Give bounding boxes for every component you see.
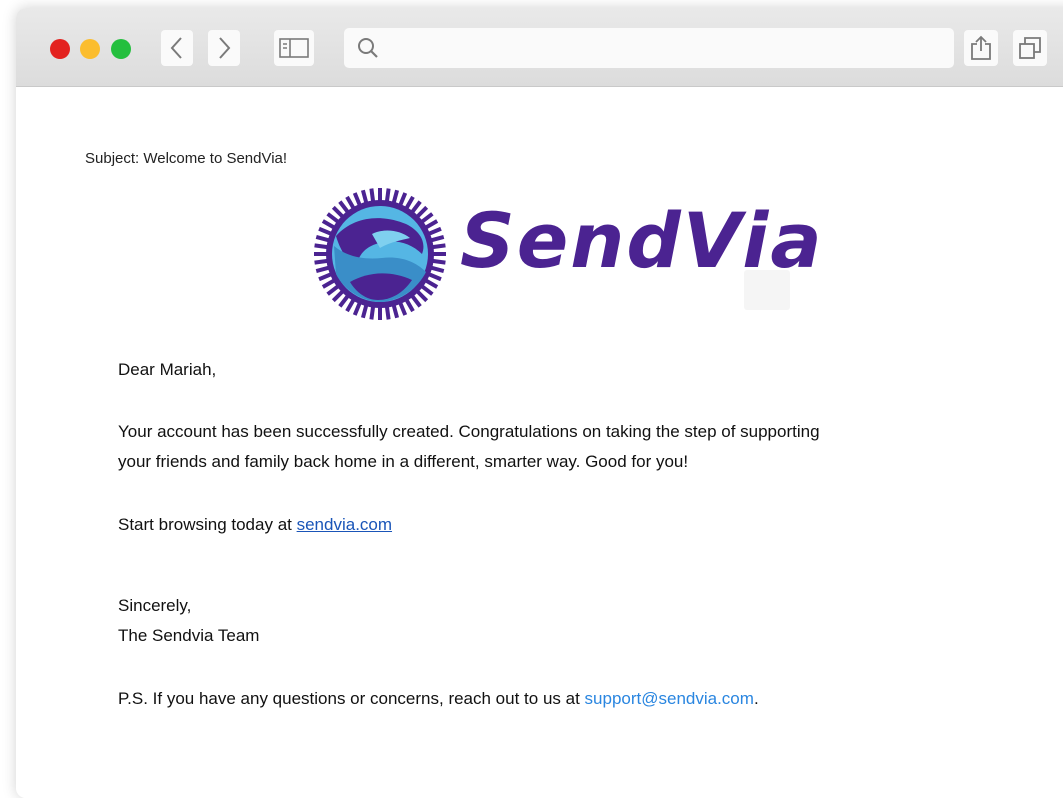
logo-sunburst-ray	[321, 219, 336, 230]
paragraph-line: your friends and family back home in a d…	[118, 452, 689, 471]
email-subject: Subject: Welcome to SendVia!	[85, 150, 288, 167]
logo-sunburst-ray	[314, 258, 329, 265]
logo-sunburst-ray	[429, 265, 445, 274]
logo-sunburst-ray	[369, 305, 376, 320]
support-email-link[interactable]: support@sendvia.com	[585, 689, 754, 708]
paragraph-line: Your account has been successfully creat…	[118, 422, 820, 441]
logo-sunburst-ray	[331, 289, 345, 303]
logo-sunburst-ray	[431, 258, 446, 265]
tabs-button[interactable]	[1013, 30, 1047, 66]
chevron-right-icon	[219, 37, 231, 59]
logo-sunburst-ray	[420, 212, 434, 224]
minimize-window-button[interactable]	[80, 39, 100, 59]
logo-sunburst-ray	[369, 188, 376, 203]
logo-sunburst-ray	[331, 205, 345, 219]
logo-sunburst-ray	[338, 294, 350, 308]
signoff: Sincerely,	[118, 596, 192, 615]
logo-sunburst-ray	[314, 243, 329, 250]
logo-sunburst-ray	[429, 234, 445, 243]
logo-sunburst-ray	[345, 298, 356, 313]
zoom-window-button[interactable]	[111, 39, 131, 59]
forward-button[interactable]	[208, 30, 240, 66]
ps-suffix: .	[753, 689, 759, 708]
logo-sunburst-ray	[318, 226, 333, 236]
back-button[interactable]	[161, 30, 193, 66]
logo-sunburst-ray	[326, 212, 340, 224]
logo-sunburst-ray	[318, 272, 333, 282]
browser-toolbar	[16, 8, 1063, 87]
logo-sunburst-ray	[384, 188, 391, 203]
logo-sunburst-ray	[410, 294, 422, 308]
logo-sunburst-ray	[398, 301, 408, 316]
greeting: Dear Mariah,	[118, 360, 217, 379]
logo-sunburst-ray	[352, 301, 362, 316]
logo-sunburst-ray	[415, 205, 429, 219]
logo-sunburst-ray	[398, 192, 408, 207]
browser-window: Subject: Welcome to SendVia! SendVia Dea…	[16, 8, 1063, 798]
signature: The Sendvia Team	[118, 626, 260, 645]
logo-sunburst-ray	[391, 303, 400, 319]
logo-sunburst-ray	[410, 200, 422, 214]
address-bar[interactable]	[344, 28, 954, 68]
logo-sunburst-ray	[427, 226, 442, 236]
logo-sunburst-ray	[384, 305, 391, 320]
logo-sunburst-ray	[352, 192, 362, 207]
logo-sunburst-ray	[431, 243, 446, 250]
globe-hands-logo-icon	[314, 188, 446, 320]
logo-sunburst-ray	[427, 272, 442, 282]
logo-sunburst-ray	[420, 284, 434, 296]
logo-sunburst-ray	[345, 195, 356, 210]
chevron-left-icon	[170, 37, 182, 59]
sidebar-toggle-button[interactable]	[274, 30, 314, 66]
share-icon	[971, 35, 991, 60]
logo-sunburst-ray	[315, 265, 331, 274]
ps-prefix: P.S. If you have any questions or concer…	[118, 689, 585, 708]
logo-sunburst-ray	[338, 200, 350, 214]
logo-sunburst-ray	[424, 219, 439, 230]
signoff-block: Sincerely, The Sendvia Team	[118, 591, 259, 651]
logo-sunburst-ray	[321, 278, 336, 289]
sidebar-icon	[279, 38, 309, 58]
email-content: Subject: Welcome to SendVia! SendVia Dea…	[16, 87, 1063, 798]
logo-sunburst-ray	[415, 289, 429, 303]
postscript: P.S. If you have any questions or concer…	[118, 684, 759, 714]
logo-sunburst-ray	[360, 189, 369, 205]
browse-prefix: Start browsing today at	[118, 515, 297, 534]
logo-sunburst-ray	[360, 303, 369, 319]
logo-sunburst-ray	[404, 195, 415, 210]
logo-sunburst-ray	[326, 284, 340, 296]
tabs-icon	[1019, 37, 1041, 59]
share-button[interactable]	[964, 30, 998, 66]
search-icon	[357, 37, 379, 64]
browse-paragraph: Start browsing today at sendvia.com	[118, 510, 392, 540]
sendvia-link[interactable]: sendvia.com	[297, 515, 392, 534]
close-window-button[interactable]	[50, 39, 70, 59]
logo-sunburst-ray	[391, 189, 400, 205]
logo-sunburst-ray	[315, 234, 331, 243]
logo-sunburst-ray	[424, 278, 439, 289]
paragraph-welcome: Your account has been successfully creat…	[118, 417, 820, 477]
logo-sunburst-ray	[404, 298, 415, 313]
image-overlay-placeholder	[744, 270, 790, 310]
